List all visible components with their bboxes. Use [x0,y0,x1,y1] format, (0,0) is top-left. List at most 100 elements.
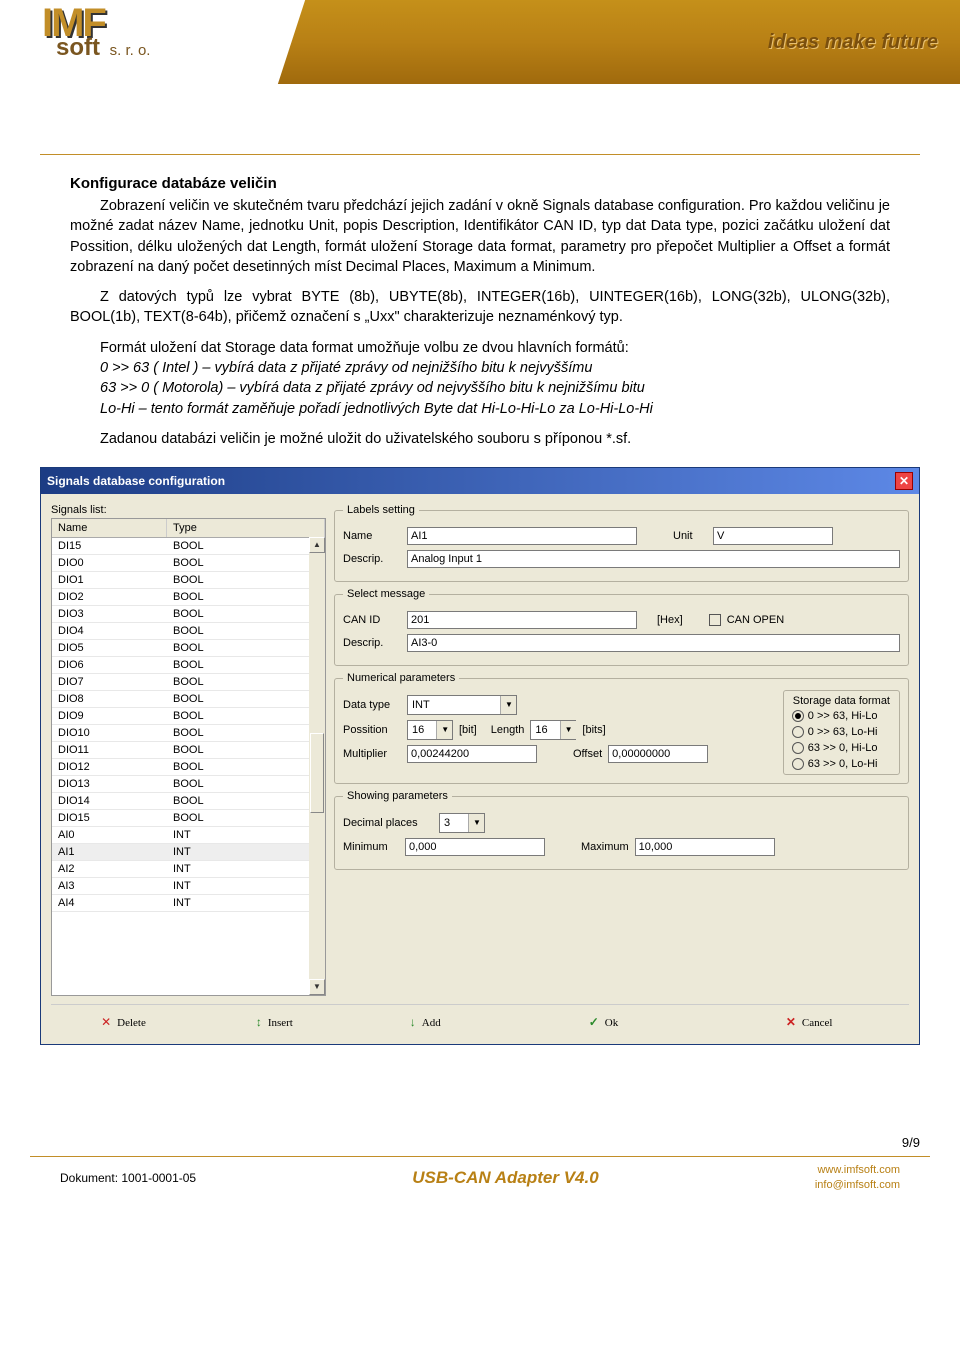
dialog-title: Signals database configuration [47,474,225,488]
decimal-label: Decimal places [343,817,433,829]
add-button[interactable]: ↓Add [353,1011,498,1034]
min-input[interactable] [405,838,545,856]
unit-label: Unit [673,530,707,542]
paragraph-4: Zadanou databázi veličin je možné uložit… [70,429,890,449]
storage-radio[interactable]: 0 >> 63, Hi-Lo [792,710,893,722]
table-row[interactable]: AI1INT [52,844,325,861]
table-row[interactable]: DIO3BOOL [52,606,325,623]
table-row[interactable]: DIO11BOOL [52,742,325,759]
dialog-titlebar: Signals database configuration ✕ [41,468,919,494]
name-input[interactable] [407,527,637,545]
offset-input[interactable] [608,745,708,763]
table-row[interactable]: DIO15BOOL [52,810,325,827]
table-row[interactable]: DIO8BOOL [52,691,325,708]
table-row[interactable]: DI15BOOL [52,538,325,555]
canid-label: CAN ID [343,614,401,626]
table-row[interactable]: DIO2BOOL [52,589,325,606]
col-name: Name [52,519,167,537]
page-header: IMF soft s. r. o. ideas make future [0,0,960,84]
msg-descrip-input[interactable] [407,634,900,652]
footer-contact: www.imfsoft.com info@imfsoft.com [815,1163,900,1192]
signals-grid[interactable]: Name Type DI15BOOLDIO0BOOLDIO1BOOLDIO2BO… [51,518,326,996]
storage-radio[interactable]: 63 >> 0, Hi-Lo [792,742,893,754]
table-row[interactable]: AI4INT [52,895,325,912]
grid-body: DI15BOOLDIO0BOOLDIO1BOOLDIO2BOOLDIO3BOOL… [52,538,325,912]
showing-legend: Showing parameters [343,790,452,802]
datatype-label: Data type [343,699,401,711]
table-row[interactable]: DIO14BOOL [52,793,325,810]
table-row[interactable]: DIO0BOOL [52,555,325,572]
table-row[interactable]: DIO9BOOL [52,708,325,725]
table-row[interactable]: DIO5BOOL [52,640,325,657]
table-row[interactable]: DIO7BOOL [52,674,325,691]
col-type: Type [167,519,325,537]
decimal-select[interactable]: 3 ▼ [439,813,485,833]
msg-descrip-label: Descrip. [343,637,401,649]
numerical-legend: Numerical parameters [343,672,459,684]
page-number: 9/9 [0,1045,960,1156]
length-select[interactable]: 16 ▼ [530,720,576,740]
table-row[interactable]: AI3INT [52,878,325,895]
select-message-legend: Select message [343,588,429,600]
max-label: Maximum [581,841,629,853]
unit-input[interactable] [713,527,833,545]
dialog-signals-database: Signals database configuration ✕ Signals… [40,467,920,1045]
cancel-icon: ✕ [786,1015,796,1030]
max-input[interactable] [635,838,775,856]
storage-radio[interactable]: 63 >> 0, Lo-Hi [792,758,893,770]
length-label: Length [491,724,525,736]
action-bar: ✕Delete ↕Insert ↓Add ✓Ok ✕Cancel [51,1004,909,1034]
scrollbar[interactable]: ▲ ▼ [309,537,325,995]
canopen-checkbox[interactable] [709,614,721,626]
insert-button[interactable]: ↕Insert [202,1011,347,1034]
logo-text-soft: soft [56,34,100,62]
min-label: Minimum [343,841,399,853]
table-row[interactable]: DIO13BOOL [52,776,325,793]
datatype-select[interactable]: INT ▼ [407,695,517,715]
page-footer: Dokument: 1001-0001-05 USB-CAN Adapter V… [30,1156,930,1206]
chevron-down-icon: ▼ [468,814,484,832]
table-row[interactable]: DIO12BOOL [52,759,325,776]
descrip-input[interactable] [407,550,900,568]
table-row[interactable]: DIO1BOOL [52,572,325,589]
possition-select[interactable]: 16 ▼ [407,720,453,740]
canid-input[interactable] [407,611,637,629]
table-row[interactable]: AI2INT [52,861,325,878]
multiplier-label: Multiplier [343,748,401,760]
paragraph-2: Z datových typů lze vybrat BYTE (8b), UB… [70,287,890,328]
labels-setting-group: Labels setting Name Unit Descrip. [334,504,909,582]
radio-icon [792,742,804,754]
cancel-button[interactable]: ✕Cancel [709,1011,909,1034]
storage-format-group: Storage data format 0 >> 63, Hi-Lo0 >> 6… [783,690,900,775]
right-pane: Labels setting Name Unit Descrip. Select… [334,504,909,996]
logo-text-sro: s. r. o. [110,42,151,59]
section-title: Konfigurace databáze veličin [70,173,890,194]
paragraph-3: Formát uložení dat Storage data format u… [70,338,890,419]
signals-list-pane: Signals list: Name Type DI15BOOLDIO0BOOL… [51,504,326,996]
numerical-group: Numerical parameters Data type INT ▼ Pos… [334,672,909,784]
table-row[interactable]: DIO6BOOL [52,657,325,674]
tagline: ideas make future [768,31,938,54]
table-row[interactable]: AI0INT [52,827,325,844]
possition-label: Possition [343,724,401,736]
delete-button[interactable]: ✕Delete [51,1011,196,1034]
bits-label: [bits] [582,724,605,736]
scroll-thumb[interactable] [310,733,324,813]
radio-icon [792,758,804,770]
multiplier-input[interactable] [407,745,537,763]
logo: IMF soft s. r. o. [42,6,130,68]
chevron-down-icon: ▼ [560,721,576,739]
insert-icon: ↕ [256,1015,262,1030]
canopen-label: CAN OPEN [727,614,784,626]
bit-label: [bit] [459,724,477,736]
storage-radio[interactable]: 0 >> 63, Lo-Hi [792,726,893,738]
hex-label: [Hex] [657,614,683,626]
scroll-up-icon[interactable]: ▲ [309,537,325,553]
chevron-down-icon: ▼ [500,696,516,714]
table-row[interactable]: DIO10BOOL [52,725,325,742]
ok-button[interactable]: ✓Ok [504,1011,704,1034]
scroll-down-icon[interactable]: ▼ [309,979,325,995]
footer-title: USB-CAN Adapter V4.0 [412,1168,598,1188]
close-icon[interactable]: ✕ [895,472,913,490]
table-row[interactable]: DIO4BOOL [52,623,325,640]
